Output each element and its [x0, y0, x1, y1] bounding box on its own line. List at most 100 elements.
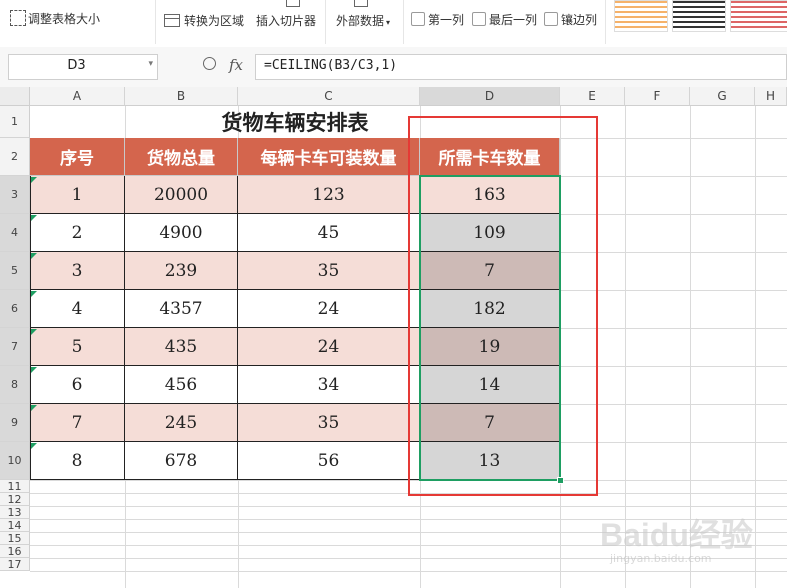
table-cell[interactable]: 13 — [420, 442, 560, 480]
watermark: Baidu经验 jingyan.baidu.com — [600, 517, 753, 565]
cell-error-marker — [31, 177, 37, 183]
row-header-6[interactable]: 6 — [0, 290, 30, 328]
column-header-d[interactable]: D — [420, 87, 560, 106]
row-header-7[interactable]: 7 — [0, 328, 30, 366]
table-cell[interactable]: 678 — [125, 442, 238, 480]
table-header-cell[interactable]: 每辆卡车可装数量 — [238, 138, 420, 176]
table-cell[interactable]: 24 — [238, 328, 420, 366]
table-cell[interactable]: 109 — [420, 214, 560, 252]
table-style-swatch[interactable] — [672, 0, 726, 32]
table-header-cell[interactable]: 序号 — [30, 138, 125, 176]
table-cell[interactable]: 35 — [238, 252, 420, 290]
table-cell[interactable]: 24 — [238, 290, 420, 328]
table-cell[interactable]: 35 — [238, 404, 420, 442]
table-cell[interactable]: 182 — [420, 290, 560, 328]
column-header-a[interactable]: A — [30, 87, 125, 106]
row-header-13[interactable]: 13 — [0, 506, 30, 519]
last-column-checkbox[interactable] — [472, 12, 486, 26]
table-header-cell[interactable]: 货物总量 — [125, 138, 238, 176]
table-cell[interactable]: 239 — [125, 252, 238, 290]
table-cell[interactable]: 123 — [238, 176, 420, 214]
table-cell[interactable]: 7 — [420, 404, 560, 442]
fx-icon[interactable]: fx — [229, 56, 243, 74]
table-cell[interactable]: 14 — [420, 366, 560, 404]
row-header-17[interactable]: 17 — [0, 558, 30, 571]
cell-error-marker — [31, 329, 37, 335]
table-cell[interactable]: 435 — [125, 328, 238, 366]
table-cell[interactable]: 45 — [238, 214, 420, 252]
banded-columns-label: 镶边列 — [561, 13, 598, 27]
banded-columns-checkbox[interactable] — [544, 12, 558, 26]
row-header-12[interactable]: 12 — [0, 493, 30, 506]
row-header-9[interactable]: 9 — [0, 404, 30, 442]
row-header-2[interactable]: 2 — [0, 138, 30, 176]
formula-input[interactable]: =CEILING(B3/C3,1) — [255, 54, 787, 80]
convert-to-range-button[interactable]: 转换为区域 — [164, 12, 244, 29]
column-header-c[interactable]: C — [238, 87, 420, 106]
table-header-cell[interactable]: 所需卡车数量 — [420, 138, 560, 176]
row-header-5[interactable]: 5 — [0, 252, 30, 290]
column-header-e[interactable]: E — [560, 87, 625, 106]
table-cell[interactable]: 2 — [30, 214, 125, 252]
grid-line — [560, 106, 561, 588]
column-header-b[interactable]: B — [125, 87, 238, 106]
table-cell[interactable]: 20000 — [125, 176, 238, 214]
row-header-10[interactable]: 10 — [0, 442, 30, 480]
last-column-label: 最后一列 — [489, 13, 538, 27]
table-cell[interactable]: 245 — [125, 404, 238, 442]
slicer-icon — [286, 0, 300, 7]
row-header-14[interactable]: 14 — [0, 519, 30, 532]
chevron-down-icon[interactable]: ▾ — [148, 59, 153, 69]
first-column-checkbox[interactable] — [411, 12, 425, 26]
insert-slicer-button[interactable]: 插入切片器 — [256, 12, 316, 29]
table-cell[interactable]: 163 — [420, 176, 560, 214]
row-header-3[interactable]: 3 — [0, 176, 30, 214]
cell-error-marker — [31, 443, 37, 449]
row-header-4[interactable]: 4 — [0, 214, 30, 252]
table-cell[interactable]: 4 — [30, 290, 125, 328]
cell-error-marker — [31, 215, 37, 221]
ribbon-separator — [605, 0, 606, 44]
row-header-1[interactable]: 1 — [0, 106, 30, 138]
column-header-h[interactable]: H — [755, 87, 787, 106]
table-cell[interactable]: 8 — [30, 442, 125, 480]
table-cell[interactable]: 19 — [420, 328, 560, 366]
table-cell[interactable]: 3 — [30, 252, 125, 290]
name-box[interactable]: D3 ▾ — [8, 54, 158, 80]
row-header-8[interactable]: 8 — [0, 366, 30, 404]
table-styles-gallery[interactable] — [612, 0, 787, 32]
table-cell[interactable]: 34 — [238, 366, 420, 404]
table-cell[interactable]: 56 — [238, 442, 420, 480]
ribbon-separator — [403, 0, 404, 44]
table-style-swatch[interactable] — [730, 0, 787, 32]
table-cell[interactable]: 7 — [420, 252, 560, 290]
fill-handle[interactable] — [557, 477, 564, 484]
table-cell[interactable]: 5 — [30, 328, 125, 366]
row-header-11[interactable]: 11 — [0, 480, 30, 493]
column-header-f[interactable]: F — [625, 87, 690, 106]
table-cell[interactable]: 7 — [30, 404, 125, 442]
grid-line — [755, 106, 756, 588]
zoom-formula-icon[interactable] — [203, 57, 216, 70]
cell-error-marker — [31, 405, 37, 411]
table-icon — [164, 14, 180, 27]
table-cell[interactable]: 4900 — [125, 214, 238, 252]
adjust-table-size-button[interactable]: 调整表格大小 — [10, 10, 100, 27]
table-cell[interactable]: 456 — [125, 366, 238, 404]
select-all-corner[interactable] — [0, 87, 30, 106]
table-cell[interactable]: 4357 — [125, 290, 238, 328]
table-cell[interactable]: 1 — [30, 176, 125, 214]
column-header-g[interactable]: G — [690, 87, 755, 106]
table-style-swatch[interactable] — [614, 0, 668, 32]
external-data-button[interactable]: 外部数据 ▾ — [336, 12, 390, 29]
grid-line — [30, 506, 787, 507]
table-resize-icon — [10, 10, 26, 26]
first-column-label: 第一列 — [428, 13, 465, 27]
table-cell[interactable]: 6 — [30, 366, 125, 404]
sheet-title[interactable]: 货物车辆安排表 — [30, 106, 560, 138]
chevron-down-icon: ▾ — [386, 18, 391, 27]
row-header-16[interactable]: 16 — [0, 545, 30, 558]
cell-error-marker — [31, 367, 37, 373]
row-header-15[interactable]: 15 — [0, 532, 30, 545]
table-border — [30, 176, 31, 480]
